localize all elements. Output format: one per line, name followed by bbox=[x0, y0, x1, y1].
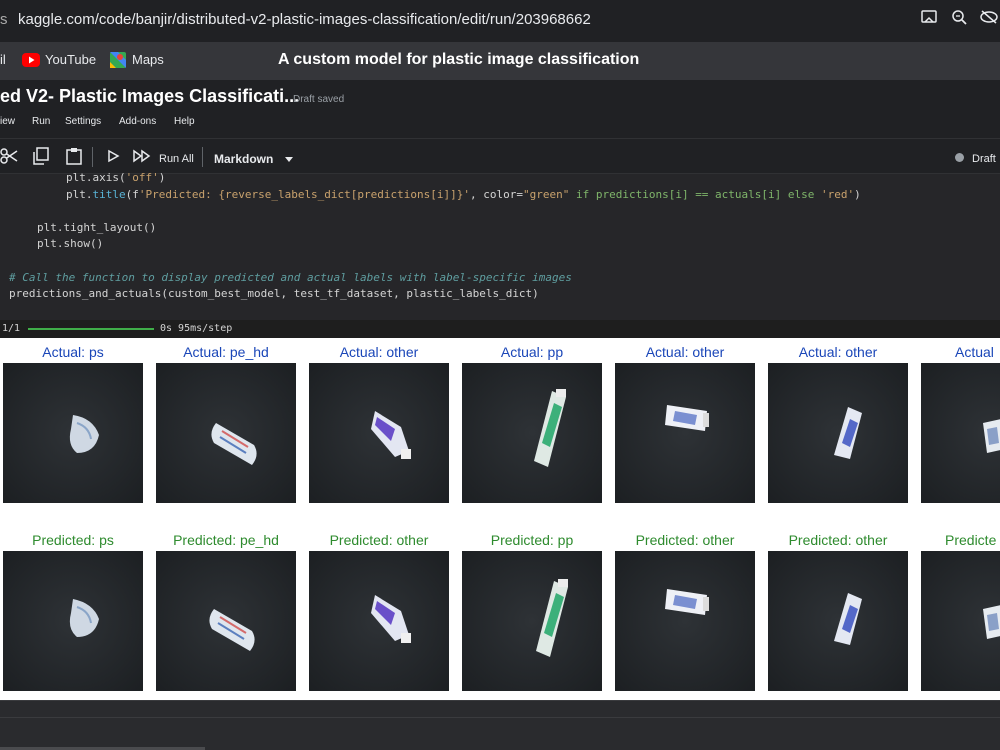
save-status: Draft saved bbox=[293, 94, 345, 105]
actual-label: Actual: other bbox=[798, 344, 878, 360]
code-cell[interactable]: plt.axis('off') plt.title(f'Predicted: {… bbox=[0, 171, 1000, 320]
sample-image bbox=[156, 363, 296, 503]
toolbar-divider bbox=[92, 147, 93, 167]
paste-icon[interactable] bbox=[65, 147, 83, 170]
predicted-label: Predicted: ps bbox=[32, 532, 114, 548]
code-line-title: plt.title(f'Predicted: {reverse_labels_d… bbox=[66, 188, 861, 201]
youtube-icon bbox=[22, 53, 40, 67]
status-dot bbox=[955, 153, 964, 162]
notebook-header: ed V2- Plastic Images Classificati... Dr… bbox=[0, 80, 1000, 138]
predicted-label: Predicted: other bbox=[329, 532, 429, 548]
divider bbox=[0, 717, 1000, 718]
bookmark-partial[interactable]: il bbox=[0, 52, 6, 67]
progress-count: 1/1 bbox=[2, 323, 21, 334]
site-info-fragment[interactable]: s bbox=[0, 11, 10, 28]
maps-icon bbox=[110, 52, 126, 68]
draft-status: Draft bbox=[972, 153, 996, 165]
menu-run[interactable]: Run bbox=[32, 116, 50, 127]
actual-label: Actual: other bbox=[645, 344, 725, 360]
code-comment: # Call the function to display predicted… bbox=[9, 271, 572, 284]
cut-icon[interactable] bbox=[0, 147, 18, 170]
toolbar-divider bbox=[202, 147, 203, 167]
browser-address-bar: s kaggle.com/code/banjir/distributed-v2-… bbox=[0, 0, 1000, 42]
url-text[interactable]: kaggle.com/code/banjir/distributed-v2-pl… bbox=[18, 11, 591, 28]
progress-timing: 0s 95ms/step bbox=[160, 323, 233, 334]
sample-image bbox=[462, 551, 602, 691]
bookmark-maps[interactable]: Maps bbox=[132, 52, 164, 67]
code-line-tight-layout: plt.tight_layout() bbox=[37, 221, 157, 234]
sample-image bbox=[615, 551, 755, 691]
predicted-label: Predicted: pe_hd bbox=[173, 532, 279, 548]
bookmarks-bar: il YouTube Maps A custom model for plast… bbox=[0, 42, 1000, 80]
notebook-footer bbox=[0, 700, 1000, 750]
zoom-icon[interactable] bbox=[948, 9, 970, 31]
sample-image bbox=[3, 551, 143, 691]
menu-addons[interactable]: Add-ons bbox=[119, 116, 156, 127]
menu-help[interactable]: Help bbox=[174, 116, 195, 127]
cell-type-select[interactable]: Markdown bbox=[214, 150, 273, 168]
sample-image bbox=[309, 363, 449, 503]
progress-bar bbox=[28, 328, 154, 330]
code-line-show: plt.show() bbox=[37, 237, 104, 250]
sample-image bbox=[462, 363, 602, 503]
visibility-off-icon[interactable] bbox=[978, 9, 1000, 31]
code-line-axis: plt.axis('off') bbox=[66, 171, 166, 184]
notebook-title[interactable]: ed V2- Plastic Images Classificati... bbox=[0, 86, 299, 107]
run-all-icon[interactable] bbox=[132, 147, 152, 170]
sample-image bbox=[768, 363, 908, 503]
cell-output-progress: 1/1 0s 95ms/step bbox=[0, 320, 1000, 338]
actual-label: Actual bbox=[955, 344, 994, 360]
menu-view[interactable]: iew bbox=[0, 116, 15, 127]
predicted-label: Predicted: other bbox=[635, 532, 735, 548]
run-cell-icon[interactable] bbox=[106, 147, 120, 170]
output-figure: Actual: ps Predicted: ps Actual: pe_hd P… bbox=[0, 338, 1000, 700]
bookmark-youtube[interactable]: YouTube bbox=[45, 52, 96, 67]
sample-image bbox=[3, 363, 143, 503]
sample-image bbox=[768, 551, 908, 691]
actual-label: Actual: pe_hd bbox=[183, 344, 269, 360]
actual-label: Actual: other bbox=[339, 344, 419, 360]
sample-image bbox=[156, 551, 296, 691]
predicted-label: Predicted: pp bbox=[490, 532, 574, 548]
sample-image bbox=[615, 363, 755, 503]
sample-image bbox=[921, 551, 1000, 691]
code-line-call: predictions_and_actuals(custom_best_mode… bbox=[9, 287, 539, 300]
actual-label: Actual: ps bbox=[42, 344, 104, 360]
menu-settings[interactable]: Settings bbox=[65, 116, 101, 127]
predicted-label: Predicted: other bbox=[788, 532, 888, 548]
actual-label: Actual: pp bbox=[500, 344, 564, 360]
sample-image bbox=[921, 363, 1000, 503]
notebook-toolbar: Run All Markdown Draft bbox=[0, 138, 1000, 174]
run-all-button[interactable]: Run All bbox=[159, 150, 194, 168]
cast-icon[interactable] bbox=[918, 9, 940, 31]
screenshot-caption: A custom model for plastic image classif… bbox=[278, 51, 640, 68]
chevron-down-icon[interactable] bbox=[284, 151, 294, 169]
sample-image bbox=[309, 551, 449, 691]
copy-icon[interactable] bbox=[32, 147, 50, 170]
predicted-label: Predicte bbox=[945, 532, 997, 548]
